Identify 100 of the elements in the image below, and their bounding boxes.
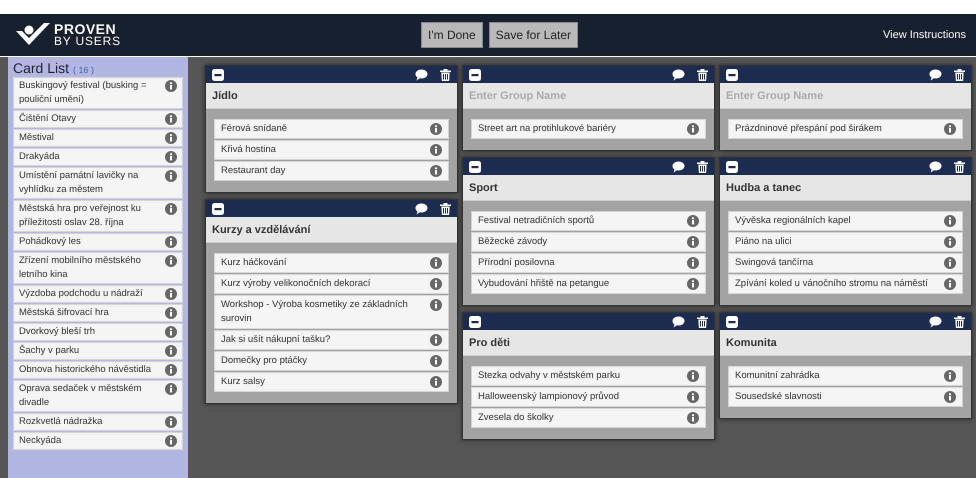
group-name-field[interactable]: Kurzy a vzdělávání: [206, 217, 457, 243]
group-name-field[interactable]: Hudba a tanec: [720, 175, 971, 201]
trash-icon[interactable]: [954, 316, 965, 328]
info-icon[interactable]: [165, 80, 177, 92]
card[interactable]: Buskingový festival (busking = pouliční umění): [13, 77, 183, 109]
info-icon[interactable]: [430, 144, 442, 156]
info-icon[interactable]: [165, 326, 177, 338]
card[interactable]: Vybudování hřiště na petangue: [471, 274, 706, 294]
card[interactable]: Halloweenský lampionový průvod: [471, 387, 706, 407]
group-name-field[interactable]: Pro děti: [463, 330, 714, 356]
info-icon[interactable]: [944, 257, 956, 269]
card[interactable]: Městival: [13, 129, 183, 147]
info-icon[interactable]: [165, 435, 177, 447]
card[interactable]: Prázdninové přespání pod širákem: [728, 119, 963, 139]
card[interactable]: Sousedské slavnosti: [728, 387, 963, 407]
instructions-link[interactable]: View Instructions: [883, 29, 966, 41]
card[interactable]: Čištění Otavy: [13, 110, 183, 128]
card[interactable]: Festival netradičních sportů: [471, 211, 706, 231]
trash-icon[interactable]: [697, 160, 708, 172]
info-icon[interactable]: [165, 416, 177, 428]
group-name-field[interactable]: Sport: [463, 175, 714, 201]
info-icon[interactable]: [165, 288, 177, 300]
collapse-icon[interactable]: [726, 160, 738, 172]
card[interactable]: Street art na protihlukové bariéry: [471, 119, 706, 139]
info-icon[interactable]: [165, 170, 177, 182]
info-icon[interactable]: [687, 391, 699, 403]
card[interactable]: Kurz salsy: [214, 372, 449, 392]
info-icon[interactable]: [944, 391, 956, 403]
info-icon[interactable]: [430, 299, 442, 311]
comment-icon[interactable]: [929, 160, 942, 172]
info-icon[interactable]: [430, 278, 442, 290]
group-name-field[interactable]: Jídlo: [206, 83, 457, 109]
group-name-field[interactable]: Enter Group Name: [720, 83, 971, 109]
card[interactable]: Komunitní zahrádka: [728, 366, 963, 386]
trash-icon[interactable]: [697, 68, 708, 80]
info-icon[interactable]: [430, 123, 442, 135]
info-icon[interactable]: [687, 257, 699, 269]
card[interactable]: Zvesela do školky: [471, 408, 706, 428]
info-icon[interactable]: [165, 364, 177, 376]
info-icon[interactable]: [944, 370, 956, 382]
card[interactable]: Restaurant day: [214, 161, 449, 181]
info-icon[interactable]: [687, 123, 699, 135]
collapse-icon[interactable]: [726, 68, 738, 80]
comment-icon[interactable]: [672, 160, 685, 172]
info-icon[interactable]: [165, 255, 177, 267]
info-icon[interactable]: [430, 165, 442, 177]
info-icon[interactable]: [944, 215, 956, 227]
info-icon[interactable]: [165, 345, 177, 357]
card[interactable]: Kurz výroby velikonočních dekorací: [214, 274, 449, 294]
comment-icon[interactable]: [672, 316, 685, 328]
info-icon[interactable]: [430, 376, 442, 388]
collapse-icon[interactable]: [469, 316, 481, 328]
trash-icon[interactable]: [697, 316, 708, 328]
card[interactable]: Vývěska regionálních kapel: [728, 211, 963, 231]
info-icon[interactable]: [430, 257, 442, 269]
card[interactable]: Běžecké závody: [471, 232, 706, 252]
card[interactable]: Swingová tančírna: [728, 253, 963, 273]
collapse-icon[interactable]: [212, 68, 224, 80]
info-icon[interactable]: [687, 215, 699, 227]
card[interactable]: Kurz háčkování: [214, 253, 449, 273]
card[interactable]: Férová snídaně: [214, 119, 449, 139]
card[interactable]: Zpívání koled u vánočního stromu na náměstí: [728, 274, 963, 294]
collapse-icon[interactable]: [469, 160, 481, 172]
info-icon[interactable]: [687, 278, 699, 290]
trash-icon[interactable]: [954, 68, 965, 80]
card[interactable]: Výzdoba podchodu u nádraží: [13, 285, 183, 303]
info-icon[interactable]: [165, 132, 177, 144]
card[interactable]: Přírodní posilovna: [471, 253, 706, 273]
comment-icon[interactable]: [415, 202, 428, 214]
group-name-field[interactable]: Enter Group Name: [463, 83, 714, 109]
trash-icon[interactable]: [440, 68, 451, 80]
group-name-field[interactable]: Komunita: [720, 330, 971, 356]
comment-icon[interactable]: [929, 316, 942, 328]
card[interactable]: Zřízení mobilního městského letního kina: [13, 252, 183, 284]
info-icon[interactable]: [165, 383, 177, 395]
info-icon[interactable]: [430, 334, 442, 346]
info-icon[interactable]: [165, 151, 177, 163]
card[interactable]: Rozkvetlá nádražka: [13, 413, 183, 431]
info-icon[interactable]: [944, 278, 956, 290]
info-icon[interactable]: [165, 236, 177, 248]
info-icon[interactable]: [165, 113, 177, 125]
card[interactable]: Šachy v parku: [13, 342, 183, 360]
card[interactable]: Stezka odvahy v městském parku: [471, 366, 706, 386]
info-icon[interactable]: [687, 370, 699, 382]
info-icon[interactable]: [687, 412, 699, 424]
trash-icon[interactable]: [954, 160, 965, 172]
info-icon[interactable]: [944, 236, 956, 248]
info-icon[interactable]: [944, 123, 956, 135]
card[interactable]: Pohádkový les: [13, 233, 183, 251]
comment-icon[interactable]: [415, 68, 428, 80]
collapse-icon[interactable]: [469, 68, 481, 80]
card[interactable]: Piáno na ulici: [728, 232, 963, 252]
card[interactable]: Křivá hostina: [214, 140, 449, 160]
card[interactable]: Městská šifrovací hra: [13, 304, 183, 322]
card[interactable]: Jak si ušít nákupní tašku?: [214, 330, 449, 350]
info-icon[interactable]: [430, 355, 442, 367]
collapse-icon[interactable]: [212, 202, 224, 214]
header-button[interactable]: Save for Later: [488, 22, 578, 48]
card[interactable]: Workshop - Výroba kosmetiky ze základních surovin: [214, 295, 449, 329]
card[interactable]: Městská hra pro veřejnost ku příležitosti oslav 28. října: [13, 200, 183, 232]
